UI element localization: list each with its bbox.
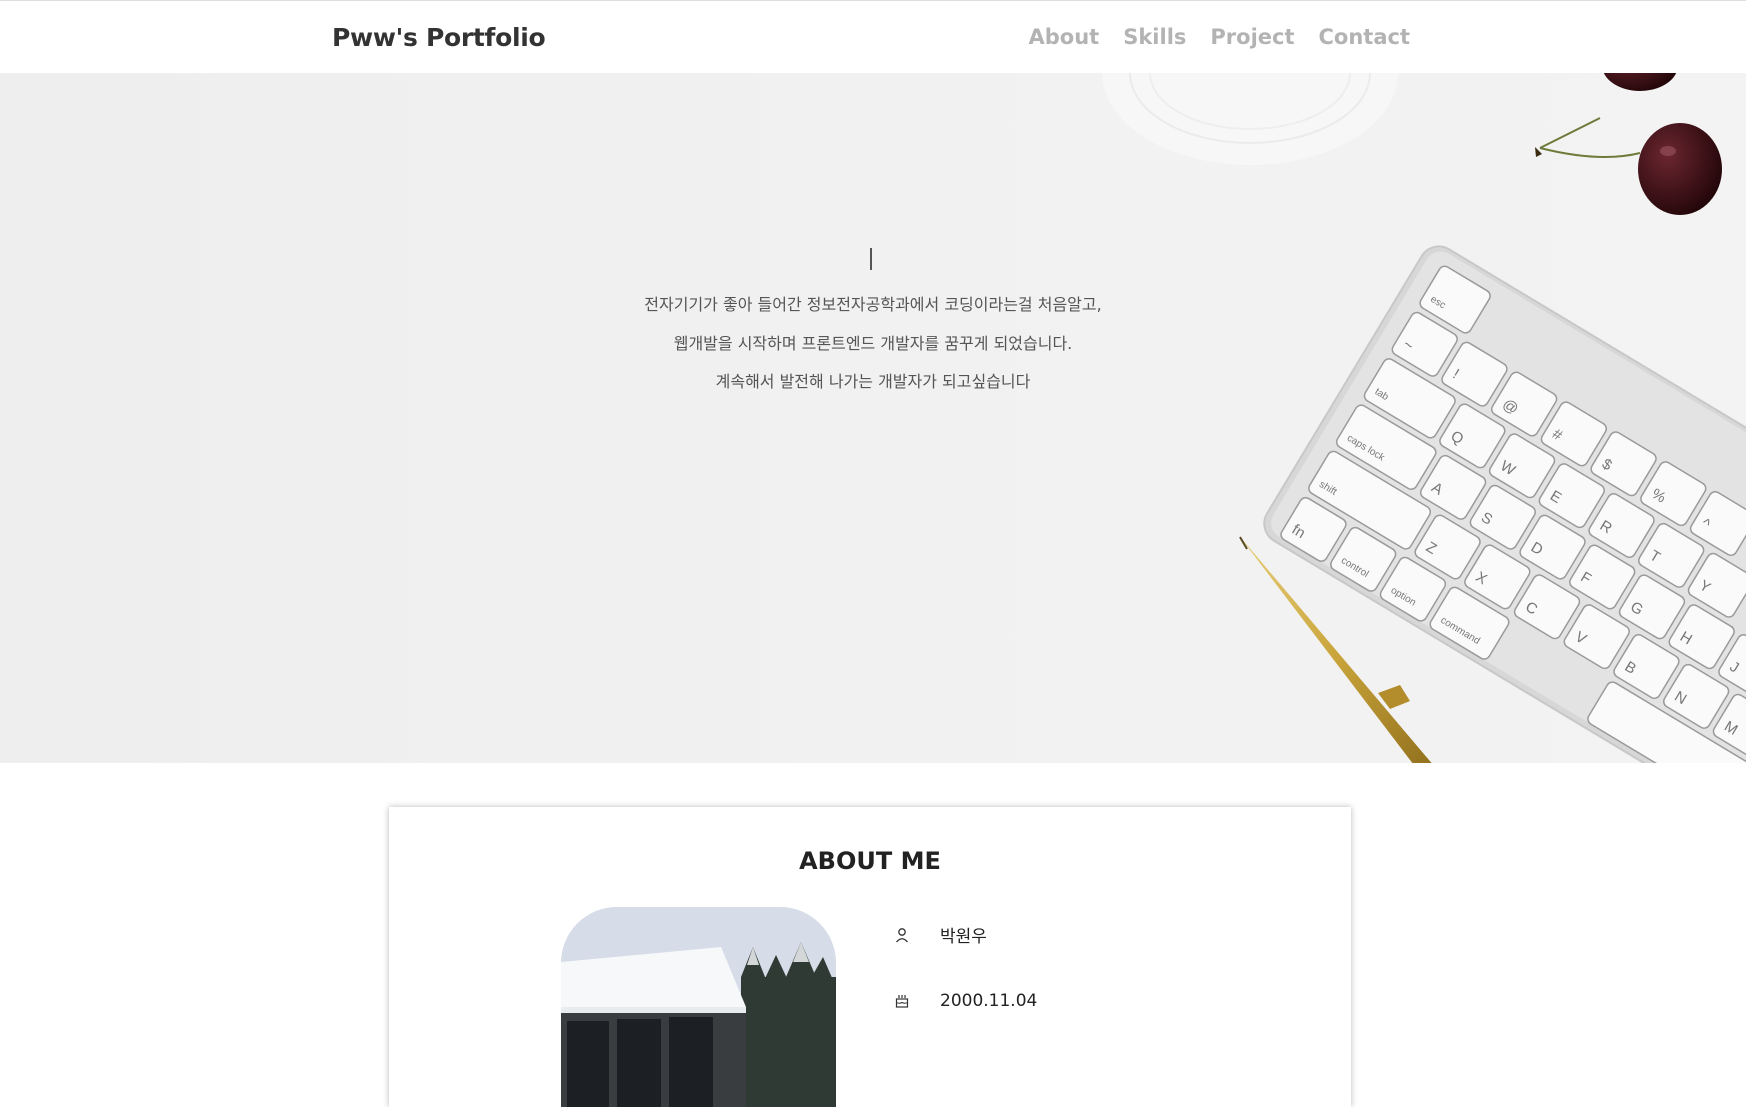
keyboard-shape: esc~!@#$%^tabQWERTYcaps lockASDFGHJshift… xyxy=(1263,245,1746,763)
nav-link-skills[interactable]: Skills xyxy=(1123,25,1186,49)
about-name-row: 박원우 xyxy=(894,922,987,947)
hero-line-3: 계속해서 발전해 나가는 개발자가 되고싶습니다 xyxy=(715,372,1031,391)
about-card: ABOUT ME 박원우 2000.11.04 xyxy=(389,807,1351,1107)
nav-link-contact[interactable]: Contact xyxy=(1319,25,1411,49)
hero-line-1: 전자기기가 좋아 들어간 정보전자공학과에서 코딩이라는걸 처음알고, xyxy=(644,295,1102,314)
person-icon xyxy=(896,927,908,942)
hero-section: esc ~! @ # $% ^ tab Q W E R T Ycaps lock A S D F G H Jshift… xyxy=(0,73,1746,763)
about-name-text: 박원우 xyxy=(940,927,987,947)
about-birth-row: 2000.11.04 xyxy=(894,991,1037,1011)
plate-shape xyxy=(1102,73,1398,165)
cherry-shape xyxy=(1535,73,1722,215)
about-birth-text: 2000.11.04 xyxy=(940,991,1038,1011)
profile-photo-image xyxy=(561,907,836,1107)
navbar: Pww's Portfolio About Skills Project Con… xyxy=(0,0,1746,73)
profile-photo xyxy=(561,907,836,1107)
brand-logo[interactable]: Pww's Portfolio xyxy=(332,23,546,52)
about-title: ABOUT ME xyxy=(799,847,941,875)
cake-icon xyxy=(895,995,909,1008)
nav-menu: About Skills Project Contact xyxy=(1029,25,1411,49)
hero-desk-image: esc~!@#$%^tabQWERTYcaps lockASDFGHJshift… xyxy=(1102,73,1746,763)
typing-cursor xyxy=(870,248,872,270)
nav-link-project[interactable]: Project xyxy=(1210,25,1294,49)
nav-link-about[interactable]: About xyxy=(1029,25,1100,49)
hero-line-2: 웹개발을 시작하며 프론트엔드 개발자를 꿈꾸게 되었습니다. xyxy=(673,334,1073,353)
